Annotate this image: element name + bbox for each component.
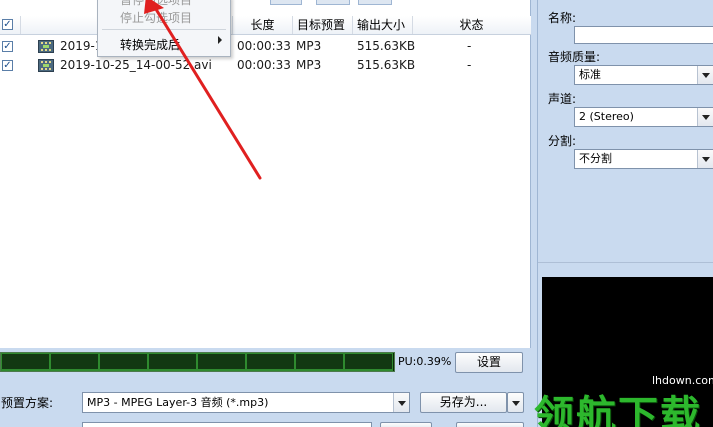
file-preset: MP3 xyxy=(296,58,322,72)
submenu-arrow-icon xyxy=(218,36,222,44)
column-header-length[interactable]: 长度 xyxy=(232,16,292,34)
save-as-dropdown-button[interactable] xyxy=(507,392,524,413)
output-folder-field[interactable] xyxy=(82,422,372,427)
audio-quality-value: 标准 xyxy=(579,68,601,81)
meter-cell xyxy=(1,353,50,371)
file-size: 515.63KB xyxy=(357,58,416,72)
preset-select-value: MP3 - MPEG Layer-3 音频 (*.mp3) xyxy=(87,396,269,409)
channel-label: 声道: xyxy=(548,92,577,106)
cpu-usage-label: PU:0.39% xyxy=(398,355,452,368)
meter-cell xyxy=(148,353,197,371)
split-label: 分割: xyxy=(548,134,577,148)
panel-divider xyxy=(538,262,713,263)
column-header-preset[interactable]: 目标预置 xyxy=(292,16,352,34)
video-file-icon xyxy=(38,40,54,53)
audio-quality-select[interactable]: 标准 xyxy=(574,65,713,85)
file-status: - xyxy=(467,58,472,72)
table-row[interactable]: ✓ 2019-1 00:00:33 MP3 515.63KB - xyxy=(0,37,531,56)
meter-trace xyxy=(100,369,147,370)
open-folder-button[interactable] xyxy=(456,422,524,427)
toolbar-tabs xyxy=(230,0,400,7)
audio-quality-label: 音频质量: xyxy=(548,50,601,64)
menu-item-stop-checked[interactable]: 停止勾选项目 xyxy=(120,9,192,27)
preview-window: lhdown.com 领航下载 xyxy=(534,277,713,427)
file-preset: MP3 xyxy=(296,39,322,53)
channel-select[interactable]: 2 (Stereo) xyxy=(574,107,713,127)
save-as-button[interactable]: 另存为... xyxy=(420,392,507,413)
file-name: 2019-10-25_14-00-52.avi xyxy=(60,58,212,72)
meter-trace xyxy=(345,369,392,370)
list-header: ✓ 长度 目标预置 输出大小 状态 xyxy=(0,16,531,35)
channel-value: 2 (Stereo) xyxy=(579,110,634,123)
chevron-down-icon[interactable] xyxy=(697,66,713,84)
toolbar-tab[interactable] xyxy=(270,0,302,5)
browse-button[interactable] xyxy=(380,422,432,427)
preset-label: 预置方案: xyxy=(1,396,54,410)
menu-item-pause-checked[interactable]: 暂停勾选项目 xyxy=(120,0,192,9)
meter-cell xyxy=(99,353,148,371)
meter-trace xyxy=(198,369,245,370)
row-checkbox[interactable]: ✓ xyxy=(2,41,13,52)
select-all-checkbox[interactable]: ✓ xyxy=(2,19,13,30)
column-header-size[interactable]: 输出大小 xyxy=(352,16,412,34)
toolbar-tab[interactable] xyxy=(358,0,392,5)
toolbar-tab[interactable] xyxy=(316,0,350,5)
meter-cell xyxy=(246,353,295,371)
column-header-status[interactable]: 状态 xyxy=(412,16,530,34)
meter-trace xyxy=(149,369,196,370)
file-length: 00:00:33 xyxy=(237,39,291,53)
cpu-meter xyxy=(0,352,395,372)
chevron-down-icon[interactable] xyxy=(393,393,409,412)
menu-separator xyxy=(102,29,226,30)
chevron-down-icon[interactable] xyxy=(697,108,713,126)
table-row[interactable]: ✓ 2019-10-25_14-00-52.avi 00:00:33 MP3 5… xyxy=(0,56,531,75)
name-label: 名称: xyxy=(548,11,577,25)
chevron-down-icon[interactable] xyxy=(697,150,713,168)
split-select[interactable]: 不分割 xyxy=(574,149,713,169)
row-checkbox[interactable]: ✓ xyxy=(2,60,13,71)
watermark-logo: 领航下载 xyxy=(534,393,702,427)
file-length: 00:00:33 xyxy=(237,58,291,72)
meter-trace xyxy=(296,369,343,370)
properties-panel: 名称: 音频质量: 标准 声道: 2 (Stereo) 分割: 不分割 lhdo… xyxy=(534,0,713,427)
meter-cell xyxy=(295,353,344,371)
menu-item-after-conversion[interactable]: 转换完成后 xyxy=(120,36,180,54)
video-file-icon xyxy=(38,59,54,72)
file-list-panel: ✓ 长度 目标预置 输出大小 状态 ✓ 2019-1 00:00:33 MP3 … xyxy=(0,0,531,348)
split-value: 不分割 xyxy=(579,152,612,165)
meter-cell xyxy=(197,353,246,371)
file-size: 515.63KB xyxy=(357,39,416,53)
meter-trace xyxy=(247,369,294,370)
context-menu: 暂停勾选项目 停止勾选项目 转换完成后 xyxy=(97,0,231,57)
meter-trace xyxy=(51,369,98,370)
settings-button[interactable]: 设置 xyxy=(455,352,523,373)
preset-select[interactable]: MP3 - MPEG Layer-3 音频 (*.mp3) xyxy=(82,392,410,413)
meter-trace xyxy=(2,369,49,370)
meter-cell xyxy=(50,353,99,371)
name-input[interactable] xyxy=(574,26,713,44)
file-status: - xyxy=(467,39,472,53)
meter-cell xyxy=(344,353,393,371)
